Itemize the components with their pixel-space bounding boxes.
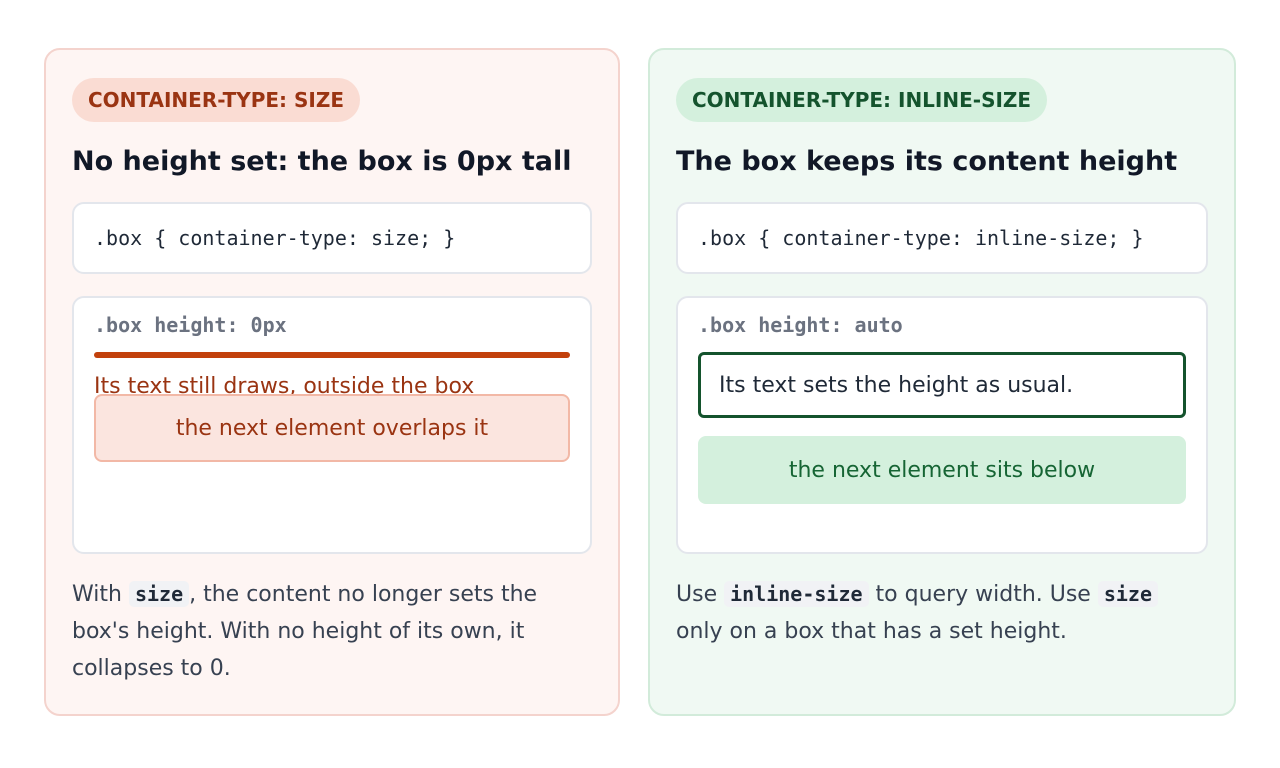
inline-desc-1: Use xyxy=(676,582,725,607)
inline-desc-2: to query width. Use xyxy=(868,582,1098,607)
inline-size-description: Use inline-size to query width. Use size… xyxy=(676,576,1208,650)
auto-height-box-text: Its text sets the height as usual. xyxy=(719,372,1074,398)
size-pill: CONTAINER-TYPE: SIZE xyxy=(72,78,361,122)
size-heading: No height set: the box is 0px tall xyxy=(72,146,572,177)
size-desc-before: With xyxy=(72,582,129,607)
inline-desc-code-2: size xyxy=(1097,581,1159,607)
inline-size-heading: The box keeps its content height xyxy=(676,146,1178,177)
inline-size-code-box: .box { container-type: inline-size; } xyxy=(676,202,1208,274)
auto-height-box: Its text sets the height as usual. xyxy=(698,352,1186,418)
size-demo-label: .box height: 0px xyxy=(94,313,287,337)
inline-desc-code-1: inline-size xyxy=(724,581,869,607)
next-element-label: the next element sits below xyxy=(788,457,1096,483)
size-description: With size, the content no longer sets th… xyxy=(72,576,592,687)
inline-size-code: .box { container-type: inline-size; } xyxy=(698,226,1144,250)
next-element: the next element sits below xyxy=(698,436,1186,504)
inline-size-demo: .box height: auto Its text sets the heig… xyxy=(676,296,1208,554)
size-panel: CONTAINER-TYPE: SIZE No height set: the … xyxy=(44,48,620,716)
overlapping-element-label: the next element overlaps it xyxy=(175,415,489,441)
overlapping-element: the next element overlaps it xyxy=(94,394,570,462)
size-code-box: .box { container-type: size; } xyxy=(72,202,592,274)
inline-desc-3: only on a box that has a set height. xyxy=(676,619,1067,644)
zero-height-box xyxy=(94,352,570,358)
size-desc-code: size xyxy=(128,581,190,607)
size-demo: .box height: 0px Its text still draws, o… xyxy=(72,296,592,554)
overflow-text: Its text still draws, outside the box xyxy=(94,374,475,399)
inline-size-demo-label: .box height: auto xyxy=(698,313,903,337)
inline-size-panel: CONTAINER-TYPE: INLINE-SIZE The box keep… xyxy=(648,48,1236,716)
inline-size-pill: CONTAINER-TYPE: INLINE-SIZE xyxy=(676,78,1048,122)
size-code: .box { container-type: size; } xyxy=(94,226,456,250)
